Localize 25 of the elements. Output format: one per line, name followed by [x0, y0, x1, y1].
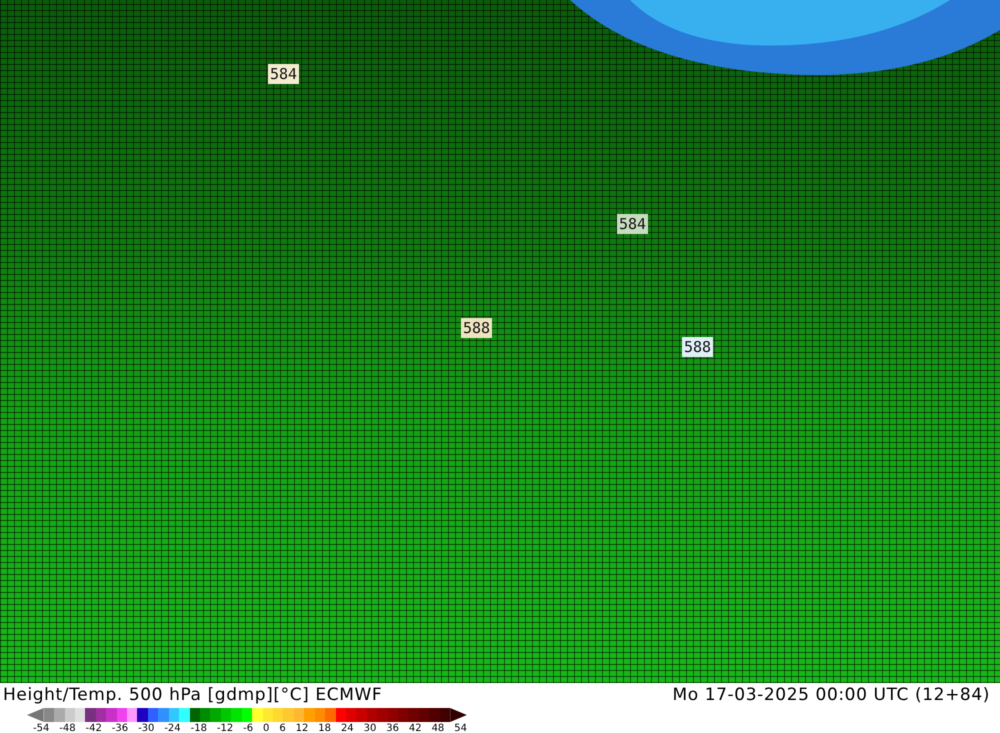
scale-tick-label: 6 — [279, 723, 286, 733]
scale-tick-label: 36 — [386, 723, 399, 733]
scale-tick-label: -12 — [216, 723, 234, 733]
scale-tick-label: 30 — [364, 723, 376, 733]
scale-tick-label: 48 — [432, 723, 444, 733]
scale-tick-label: -6 — [243, 723, 254, 733]
scale-tick-label: 18 — [318, 723, 332, 733]
scale-tick-label: -54 — [33, 723, 50, 733]
scale-tick-label: 24 — [340, 723, 354, 733]
scale-tick-label: -36 — [112, 723, 128, 733]
chart-title: Height/Temp. 500 hPa [gdmp][°C] ECMWF — [3, 685, 382, 705]
contour-label: 584 — [617, 214, 648, 234]
forecast-datetime: Mo 17-03-2025 00:00 UTC (12+84) — [672, 685, 990, 705]
scale-tick-label: -24 — [164, 723, 181, 733]
scale-tick-label: 42 — [408, 723, 422, 733]
scale-tick-label: -30 — [138, 723, 154, 733]
contour-label: 584 — [268, 64, 300, 84]
scale-tick-label: -42 — [86, 723, 102, 733]
scale-tick-label: -48 — [59, 723, 76, 733]
scale-tick-label: 0 — [263, 723, 270, 733]
scale-tick-label: -18 — [190, 723, 207, 733]
scale-tick-label: 54 — [454, 723, 467, 733]
contour-label: 588 — [682, 337, 714, 357]
contour-label: 588 — [461, 318, 492, 338]
scale-tick-label: 12 — [296, 723, 308, 733]
